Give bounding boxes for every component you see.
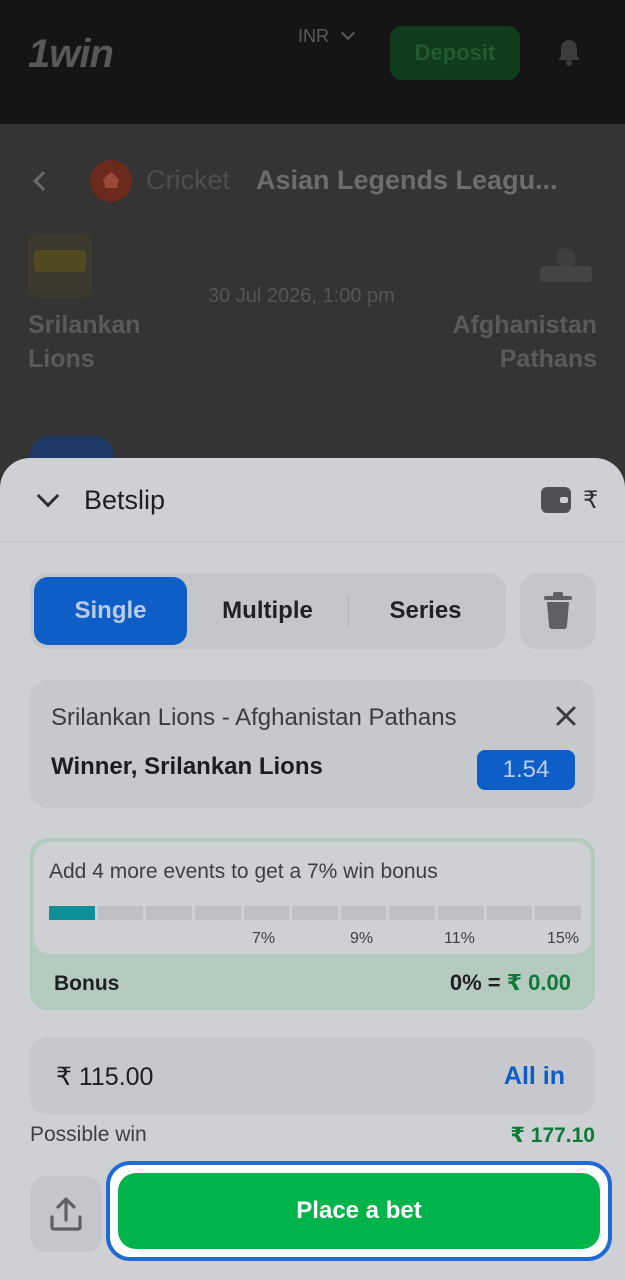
currency-selector[interactable]: INR <box>298 25 356 47</box>
breadcrumb-league[interactable]: Asian Legends Leagu... <box>256 165 558 196</box>
rupee-icon: ₹ <box>583 487 599 514</box>
bet-type-tabs: Single Multiple Series <box>30 573 506 649</box>
wallet-icon[interactable] <box>541 487 571 513</box>
all-in-button[interactable]: All in <box>504 1062 565 1091</box>
bonus-progress-segment <box>535 906 582 920</box>
bonus-tick-7: 7% <box>252 930 276 947</box>
bonus-message: Add 4 more events to get a 7% win bonus <box>49 860 438 883</box>
breadcrumb-sport[interactable]: Cricket <box>146 165 230 196</box>
win-bonus-card: Add 4 more events to get a 7% win bonus … <box>30 838 595 1010</box>
stake-value[interactable]: ₹ 115.00 <box>56 1062 153 1092</box>
bonus-progress-segment <box>146 906 192 920</box>
share-icon <box>50 1197 82 1231</box>
cricket-icon <box>90 160 132 202</box>
chevron-down-icon[interactable] <box>36 484 60 508</box>
team2-logo <box>540 248 592 282</box>
tab-single[interactable]: Single <box>34 577 187 645</box>
close-icon[interactable] <box>555 705 577 727</box>
trash-icon <box>544 592 572 629</box>
bonus-progress-segment <box>438 906 484 920</box>
bonus-progress-panel: Add 4 more events to get a 7% win bonus … <box>34 842 591 954</box>
clear-betslip-button[interactable] <box>520 573 596 649</box>
place-bet-highlight: Place a bet <box>106 1161 612 1261</box>
team1-logo <box>28 234 92 298</box>
bonus-tick-9: 9% <box>350 930 374 947</box>
bonus-progress-segment <box>194 906 241 920</box>
stake-input[interactable]: ₹ 115.00 All in <box>30 1038 595 1114</box>
bonus-progress-segment <box>97 906 144 920</box>
brand-logo[interactable]: 1win <box>28 32 114 77</box>
odds-badge: 1.54 <box>477 750 575 790</box>
bonus-tick-15: 15% <box>547 930 580 947</box>
bell-icon[interactable] <box>556 38 582 66</box>
betslip-header[interactable]: Betslip ₹ <box>0 458 625 542</box>
bonus-progress-segment <box>292 906 338 920</box>
bet-match-name: Srilankan Lions - Afghanistan Pathans <box>51 704 457 731</box>
bonus-amount: ₹ 0.00 <box>506 970 571 995</box>
bonus-progress-segment <box>340 906 387 920</box>
possible-win-value: ₹ 177.10 <box>510 1124 595 1147</box>
place-bet-button[interactable]: Place a bet <box>118 1173 600 1249</box>
bonus-percent: 0% = <box>449 970 501 995</box>
tab-multiple[interactable]: Multiple <box>190 577 345 645</box>
chevron-down-icon <box>340 25 356 41</box>
bonus-progress-segment <box>389 906 436 920</box>
team2-name: Afghanistan Pathans <box>452 311 597 373</box>
tab-series[interactable]: Series <box>348 577 503 645</box>
betslip-title: Betslip <box>84 485 166 515</box>
bonus-progress-segment <box>49 906 95 920</box>
match-datetime: 30 Jul 2026, 1:00 pm <box>208 285 395 307</box>
team1-name: Srilankan Lions <box>28 311 141 373</box>
bonus-tick-11: 11% <box>444 930 475 947</box>
top-bar: 1win INR Deposit <box>0 0 625 124</box>
bet-selection: Winner, Srilankan Lions <box>51 753 323 780</box>
bonus-progress-segment <box>486 906 533 920</box>
bonus-progress-bar <box>49 906 582 920</box>
bonus-progress-segment <box>243 906 290 920</box>
currency-label: INR <box>298 26 329 46</box>
bonus-value: 0% = ₹ 0.00 <box>450 970 571 996</box>
possible-win-label: Possible win <box>30 1123 147 1146</box>
deposit-button[interactable]: Deposit <box>390 26 520 80</box>
bet-item: Srilankan Lions - Afghanistan Pathans Wi… <box>30 680 595 808</box>
betslip-sheet: Betslip ₹ Single Multiple Series Srilank… <box>0 458 625 1280</box>
bonus-label: Bonus <box>54 972 120 995</box>
share-button[interactable] <box>30 1176 102 1252</box>
